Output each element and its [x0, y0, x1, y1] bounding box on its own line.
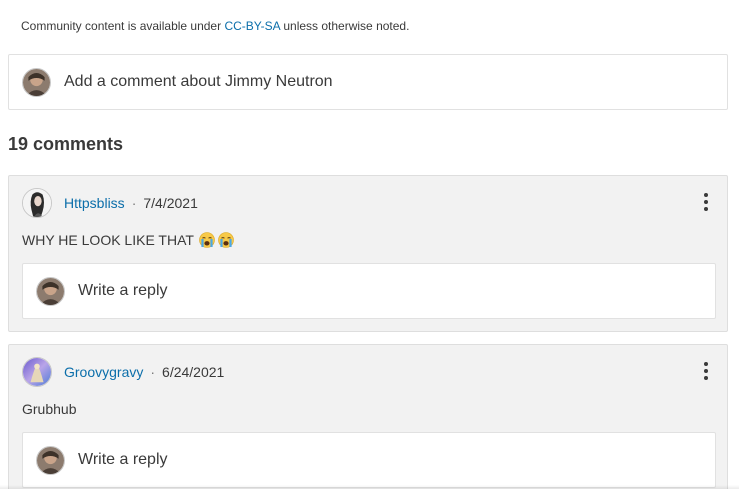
license-notice: Community content is available under CC-…: [21, 19, 409, 33]
reply-box[interactable]: Write a reply: [22, 263, 716, 319]
reply-placeholder: Write a reply: [78, 282, 168, 299]
comment-card: Httpsbliss · 7/4/2021 WHY HE LOOK LIKE T…: [8, 175, 728, 332]
crying-face-emoji: [199, 232, 215, 248]
comment-text: Grubhub: [22, 401, 77, 417]
comments-count: 19 comments: [8, 134, 124, 154]
comment-date: 6/24/2021: [162, 364, 225, 380]
add-comment-box[interactable]: Add a comment about Jimmy Neutron: [8, 54, 728, 110]
commenter-avatar-icon[interactable]: [22, 188, 52, 218]
comment-header: Httpsbliss · 7/4/2021: [22, 188, 198, 218]
license-link[interactable]: CC-BY-SA: [224, 19, 280, 33]
comment-header: Groovygravy · 6/24/2021: [22, 357, 224, 387]
commenter-avatar-icon[interactable]: [22, 357, 52, 387]
crying-face-emoji: [218, 232, 234, 248]
comments-section: Community content is available under CC-…: [0, 0, 739, 489]
comment-text-row: WHY HE LOOK LIKE THAT: [22, 232, 234, 248]
more-options-icon[interactable]: [699, 192, 713, 212]
reply-placeholder: Write a reply: [78, 451, 168, 468]
reply-box[interactable]: Write a reply: [22, 432, 716, 488]
comment-username[interactable]: Httpsbliss: [64, 195, 125, 211]
user-avatar-icon: [36, 445, 65, 475]
comment-card: Groovygravy · 6/24/2021 Grubhub Write a …: [8, 344, 728, 489]
user-avatar-icon: [36, 276, 65, 306]
comment-text: WHY HE LOOK LIKE THAT: [22, 232, 194, 248]
meta-separator: ·: [131, 195, 137, 211]
bottom-shadow: [0, 485, 739, 489]
meta-separator: ·: [150, 364, 156, 380]
license-suffix: unless otherwise noted.: [280, 19, 410, 33]
comment-text-row: Grubhub: [22, 401, 76, 417]
comment-date: 7/4/2021: [143, 195, 198, 211]
license-prefix: Community content is available under: [21, 19, 225, 33]
more-options-icon[interactable]: [699, 361, 713, 381]
user-avatar-icon: [22, 67, 51, 97]
add-comment-placeholder: Add a comment about Jimmy Neutron: [64, 73, 333, 90]
comment-username[interactable]: Groovygravy: [64, 364, 143, 380]
